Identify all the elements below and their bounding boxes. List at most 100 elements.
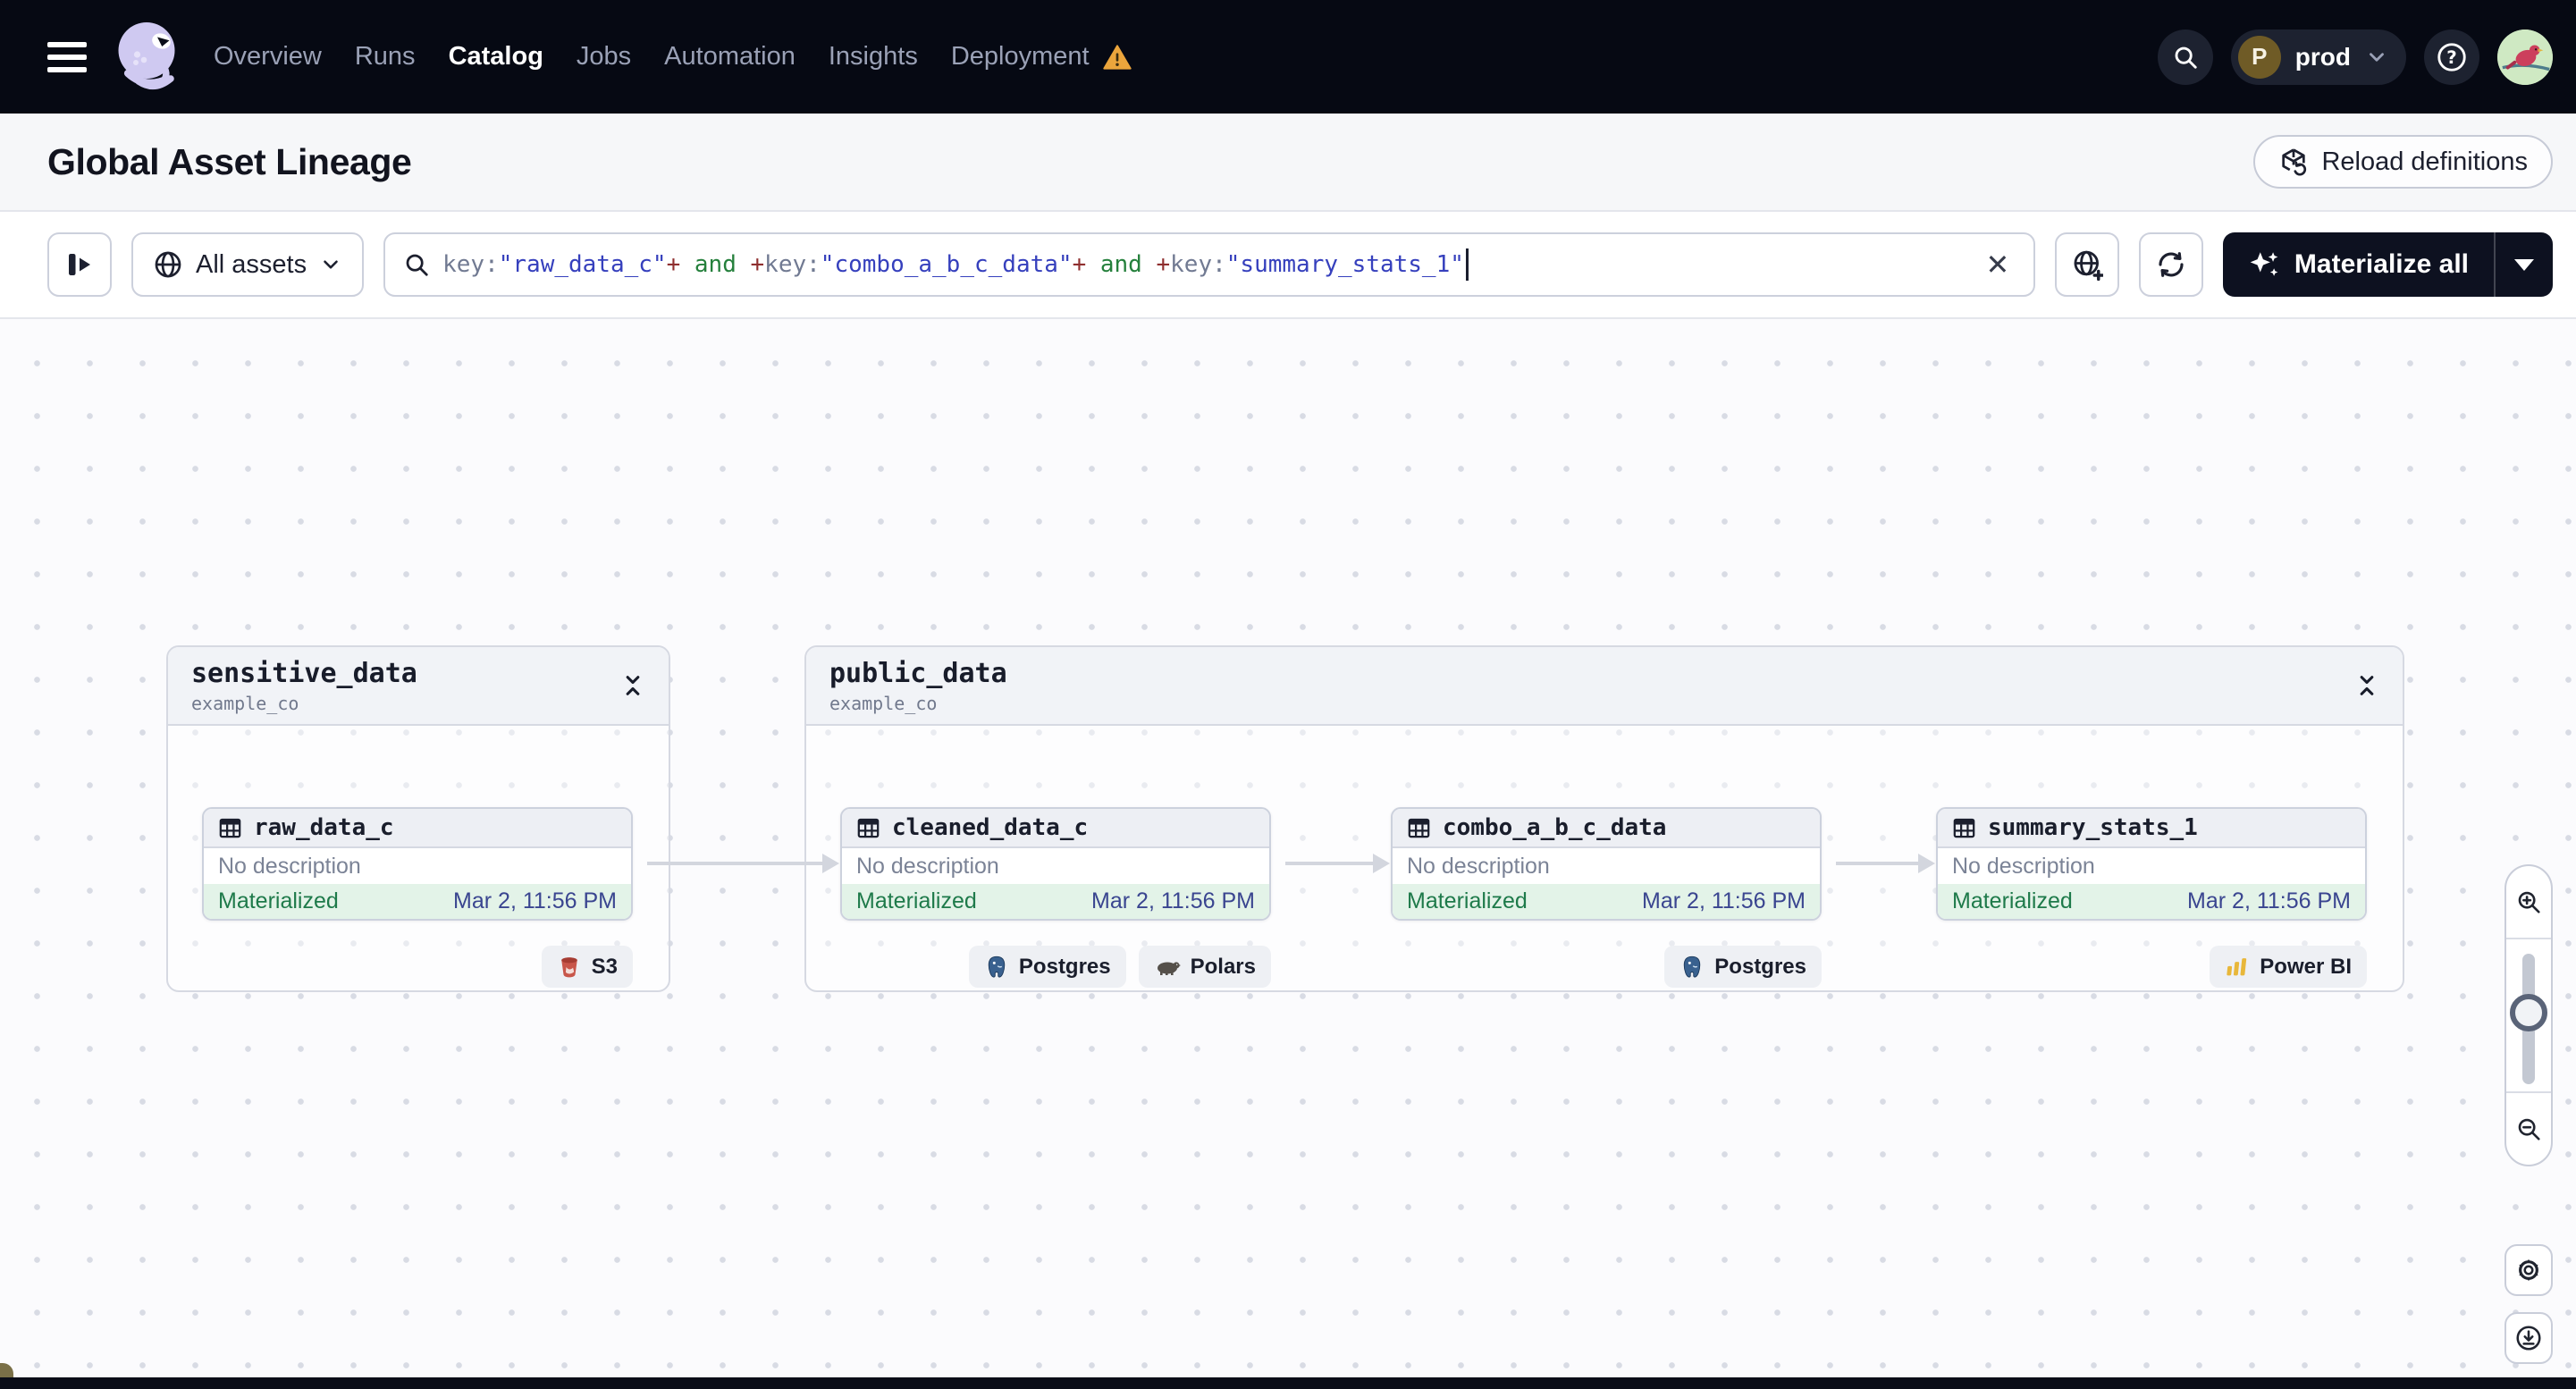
group-location: example_co bbox=[191, 692, 299, 714]
deployment-name: prod bbox=[2294, 42, 2351, 71]
table-icon bbox=[1953, 818, 1975, 838]
download-icon bbox=[2516, 1326, 2541, 1351]
collapse-group-icon[interactable] bbox=[620, 673, 645, 698]
text-cursor bbox=[1465, 248, 1469, 281]
asset-node-combo-a-b-c-data[interactable]: combo_a_b_c_data No description Material… bbox=[1391, 807, 1822, 921]
materialized-timestamp[interactable]: Mar 2, 11:56 PM bbox=[2187, 888, 2351, 914]
refresh-button[interactable] bbox=[2138, 232, 2203, 297]
query-token-value: "raw_data_c" bbox=[498, 251, 667, 278]
asset-description: No description bbox=[218, 853, 361, 879]
asset-name: combo_a_b_c_data bbox=[1443, 814, 1667, 841]
materialize-all-label: Materialize all bbox=[2294, 249, 2469, 279]
chevron-down-icon bbox=[324, 260, 338, 269]
query-token-value: "summary_stats_1" bbox=[1225, 251, 1464, 278]
page-title: Global Asset Lineage bbox=[47, 140, 412, 182]
tag-s3[interactable]: S3 bbox=[541, 946, 633, 988]
materialize-options-caret[interactable] bbox=[2494, 232, 2553, 297]
edge-arrowhead bbox=[1373, 854, 1390, 873]
nav-item-automation[interactable]: Automation bbox=[664, 42, 796, 72]
asset-description: No description bbox=[856, 853, 999, 879]
tag-row-summary-stats-1: Power BI bbox=[1936, 946, 2367, 988]
asset-filter-input[interactable]: key: "raw_data_c" + and + key: "combo_a_b_c_… bbox=[383, 232, 2035, 297]
reload-definitions-button[interactable]: Reload definitions bbox=[2253, 135, 2553, 189]
query-token-field: key: bbox=[442, 251, 499, 278]
asset-name: cleaned_data_c bbox=[892, 814, 1089, 841]
tag-postgres[interactable]: Postgres bbox=[968, 946, 1126, 988]
asset-status-row: Materialized Mar 2, 11:56 PM bbox=[1393, 884, 1820, 919]
asset-status-row: Materialized Mar 2, 11:56 PM bbox=[842, 884, 1269, 919]
global-search-button[interactable] bbox=[2157, 29, 2213, 85]
asset-node-summary-stats-1[interactable]: summary_stats_1 No description Materiali… bbox=[1936, 807, 2367, 921]
asset-scope-label: All assets bbox=[196, 249, 307, 279]
postgres-icon bbox=[988, 955, 1006, 978]
table-icon bbox=[219, 818, 241, 838]
tag-postgres[interactable]: Postgres bbox=[1664, 946, 1822, 988]
zoom-in-button[interactable] bbox=[2506, 866, 2551, 939]
materialize-all-button[interactable]: Materialize all bbox=[2223, 232, 2494, 297]
reload-definitions-label: Reload definitions bbox=[2321, 147, 2528, 176]
nav-item-overview[interactable]: Overview bbox=[214, 42, 322, 72]
materialize-all-split-button: Materialize all bbox=[2222, 232, 2553, 297]
globe-icon bbox=[155, 251, 181, 278]
deployment-initial-badge: P bbox=[2237, 35, 2281, 79]
collapse-group-icon[interactable] bbox=[2354, 673, 2379, 698]
help-button[interactable]: ? bbox=[2424, 29, 2479, 85]
edge-raw-to-cleaned bbox=[647, 862, 822, 865]
asset-card-header: raw_data_c bbox=[204, 809, 631, 848]
query-token-field: key: bbox=[1170, 251, 1226, 278]
caret-down-icon bbox=[2514, 258, 2534, 271]
graph-settings-button[interactable] bbox=[2504, 1244, 2553, 1296]
zoom-out-button[interactable] bbox=[2506, 1091, 2551, 1165]
nav-item-catalog[interactable]: Catalog bbox=[449, 42, 543, 72]
deployment-warning-icon bbox=[1102, 44, 1132, 71]
zoom-slider-thumb[interactable] bbox=[2510, 994, 2547, 1031]
asset-card-header: cleaned_data_c bbox=[842, 809, 1269, 848]
materialized-timestamp[interactable]: Mar 2, 11:56 PM bbox=[1642, 888, 1806, 914]
asset-scope-dropdown[interactable]: All assets bbox=[131, 232, 365, 297]
query-token-value: "combo_a_b_c_data" bbox=[820, 251, 1073, 278]
filter-to-graph-button[interactable] bbox=[2054, 232, 2119, 297]
reload-cube-icon bbox=[2282, 148, 2307, 176]
group-header[interactable]: sensitive_data example_co bbox=[168, 647, 669, 726]
user-avatar[interactable] bbox=[2497, 29, 2553, 85]
nav-item-runs[interactable]: Runs bbox=[355, 42, 416, 72]
search-icon bbox=[406, 254, 428, 276]
dagster-logo[interactable] bbox=[106, 14, 192, 100]
sparkles-icon bbox=[2250, 252, 2278, 276]
query-token-keyword: and bbox=[680, 251, 751, 278]
tag-polars[interactable]: Polars bbox=[1138, 946, 1271, 988]
edge-arrowhead bbox=[822, 854, 839, 873]
open-sidebar-button[interactable] bbox=[47, 232, 112, 297]
lineage-toolbar: All assets key: "raw_data_c" + and + key: "c… bbox=[0, 212, 2576, 319]
materialized-timestamp[interactable]: Mar 2, 11:56 PM bbox=[1091, 888, 1255, 914]
tag-label: Polars bbox=[1190, 954, 1256, 979]
menu-hamburger-icon[interactable] bbox=[47, 41, 87, 72]
materialized-timestamp[interactable]: Mar 2, 11:56 PM bbox=[453, 888, 617, 914]
asset-description: No description bbox=[1952, 853, 2095, 879]
download-graph-button[interactable] bbox=[2504, 1312, 2553, 1364]
tag-power-bi[interactable]: Power BI bbox=[2210, 946, 2367, 988]
asset-name: summary_stats_1 bbox=[1988, 814, 2198, 841]
page-header: Global Asset Lineage Reload definitions bbox=[0, 114, 2576, 212]
group-name: public_data bbox=[829, 657, 1007, 689]
deployment-switcher[interactable]: P prod bbox=[2230, 29, 2406, 85]
nav-items: Overview Runs Catalog Jobs Automation Insight… bbox=[214, 42, 1132, 72]
nav-item-insights[interactable]: Insights bbox=[829, 42, 918, 72]
asset-node-raw-data-c[interactable]: raw_data_c No description Materialized M… bbox=[202, 807, 633, 921]
asset-node-cleaned-data-c[interactable]: cleaned_data_c No description Materializ… bbox=[840, 807, 1271, 921]
asset-status-row: Materialized Mar 2, 11:56 PM bbox=[1938, 884, 2365, 919]
tag-label: S3 bbox=[591, 954, 618, 979]
nav-item-deployment[interactable]: Deployment bbox=[951, 42, 1090, 72]
tag-label: Postgres bbox=[1018, 954, 1111, 979]
query-token-op: + bbox=[750, 251, 765, 278]
group-name: sensitive_data bbox=[191, 657, 417, 689]
query-token-op: + bbox=[1072, 251, 1087, 278]
nav-item-jobs[interactable]: Jobs bbox=[577, 42, 631, 72]
lineage-graph-canvas[interactable]: sensitive_data example_co public_data ex… bbox=[0, 319, 2576, 1389]
graph-view-controls bbox=[2504, 864, 2553, 1364]
group-location: example_co bbox=[829, 692, 938, 714]
tag-label: Postgres bbox=[1714, 954, 1806, 979]
polars-bear-icon bbox=[1157, 961, 1181, 975]
clear-filter-button[interactable]: ✕ bbox=[1978, 245, 2017, 284]
group-header[interactable]: public_data example_co bbox=[806, 647, 2403, 726]
